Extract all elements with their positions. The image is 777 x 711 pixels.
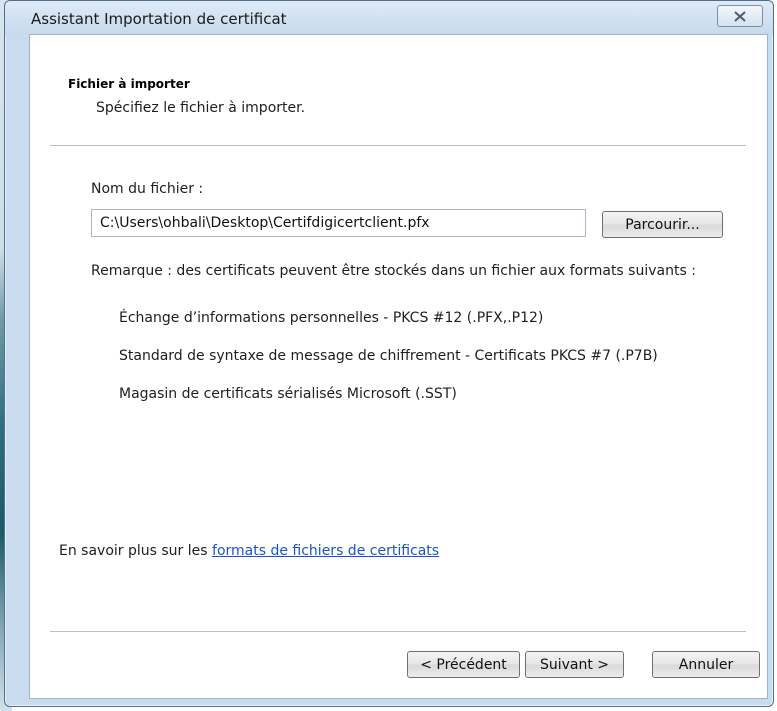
format-item-sst: Magasin de certificats sérialisés Micros…: [119, 386, 457, 402]
certificate-formats-link[interactable]: formats de fichiers de certificats: [212, 543, 439, 559]
learn-more-prefix: En savoir plus sur les: [59, 543, 213, 559]
learn-more-text: En savoir plus sur les formats de fichie…: [59, 543, 439, 559]
title-bar[interactable]: Assistant Importation de certificat: [5, 1, 773, 35]
page-subtitle: Spécifiez le fichier à importer.: [96, 100, 306, 116]
format-item-p7b: Standard de syntaxe de message de chiffr…: [119, 348, 658, 364]
file-name-input[interactable]: [91, 209, 586, 237]
file-name-label: Nom du fichier :: [91, 181, 204, 197]
next-button[interactable]: Suivant >: [525, 651, 624, 678]
cancel-button[interactable]: Annuler: [652, 651, 760, 678]
close-button[interactable]: [717, 5, 763, 27]
formats-note: Remarque : des certificats peuvent être …: [91, 263, 696, 279]
header-divider: [50, 145, 746, 146]
import-wizard-dialog: Assistant Importation de certificat Fich…: [4, 0, 774, 707]
window-title: Assistant Importation de certificat: [31, 10, 287, 28]
close-icon: [734, 11, 746, 22]
footer-divider: [50, 631, 746, 632]
format-item-pfx: Échange d’informations personnelles - PK…: [119, 310, 544, 326]
previous-button[interactable]: < Précédent: [407, 651, 520, 678]
browse-button[interactable]: Parcourir...: [602, 211, 723, 238]
wizard-content: Fichier à importer Spécifiez le fichier …: [29, 34, 768, 699]
page-title: Fichier à importer: [68, 77, 190, 91]
